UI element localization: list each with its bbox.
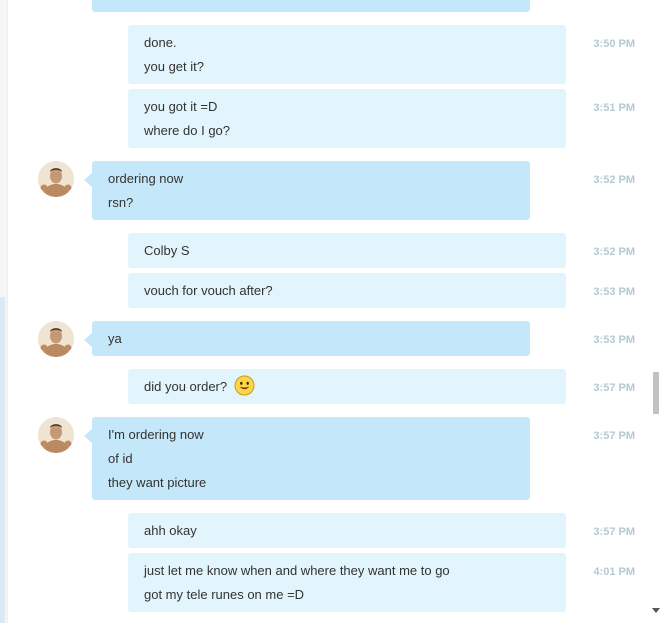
- message-bubble: Colby S: [128, 233, 566, 268]
- scrollbar-thumb[interactable]: [653, 372, 659, 414]
- message-bubble-partial: [92, 0, 530, 12]
- message-text: ordering now: [108, 171, 184, 186]
- message-bubble: ya: [84, 321, 530, 356]
- message-timestamp: 3:57 PM: [593, 430, 635, 442]
- contact-avatar[interactable]: [38, 321, 74, 357]
- message-text: of id: [108, 451, 133, 466]
- contact-avatar-photo: [38, 321, 74, 357]
- message-text: you get it?: [144, 59, 204, 74]
- message-bubble: vouch for vouch after?: [128, 273, 566, 308]
- vertical-scrollbar[interactable]: [650, 0, 660, 623]
- message-text: vouch for vouch after?: [144, 283, 273, 298]
- message-bubble: done. you get it?: [128, 25, 566, 84]
- message-text: just let me know when and where they wan…: [144, 563, 450, 578]
- chat-history[interactable]: done. you get it? 3:50 PM you got it =D …: [0, 0, 650, 623]
- message-text: rsn?: [108, 195, 134, 210]
- scroll-down-arrow-icon[interactable]: [652, 608, 660, 613]
- message-text: ya: [108, 331, 122, 346]
- message-timestamp: 3:53 PM: [593, 286, 635, 298]
- message-bubble: I'm ordering now of id they want picture: [84, 417, 530, 500]
- contact-avatar[interactable]: [38, 417, 74, 453]
- message-timestamp: 3:53 PM: [593, 334, 635, 346]
- message-timestamp: 3:51 PM: [593, 102, 635, 114]
- message-text: ahh okay: [144, 523, 197, 538]
- message-timestamp: 3:50 PM: [593, 38, 635, 50]
- message-text: got my tele runes on me =D: [144, 587, 305, 602]
- message-timestamp: 4:01 PM: [593, 566, 635, 578]
- message-bubble: ahh okay: [128, 513, 566, 548]
- message-bubble: you got it =D where do I go?: [128, 89, 566, 148]
- message-timestamp: 3:52 PM: [593, 174, 635, 186]
- message-timestamp: 3:52 PM: [593, 246, 635, 258]
- message-timestamp: 3:57 PM: [593, 382, 635, 394]
- message-bubble: did you order?: [128, 369, 566, 404]
- message-bubble: just let me know when and where they wan…: [128, 553, 566, 612]
- message-text: did you order?: [144, 379, 228, 394]
- message-text: I'm ordering now: [108, 427, 204, 442]
- smile-emoticon-icon: [234, 375, 255, 396]
- message-text: you got it =D: [144, 99, 218, 114]
- message-text: Colby S: [144, 243, 190, 258]
- message-timestamp: 3:57 PM: [593, 526, 635, 538]
- message-text: where do I go?: [144, 123, 231, 138]
- contact-avatar[interactable]: [38, 161, 74, 197]
- message-bubble: ordering now rsn?: [84, 161, 530, 220]
- message-text: done.: [144, 35, 177, 50]
- message-text: they want picture: [108, 475, 207, 490]
- contact-avatar-photo: [38, 417, 74, 453]
- contact-avatar-photo: [38, 161, 74, 197]
